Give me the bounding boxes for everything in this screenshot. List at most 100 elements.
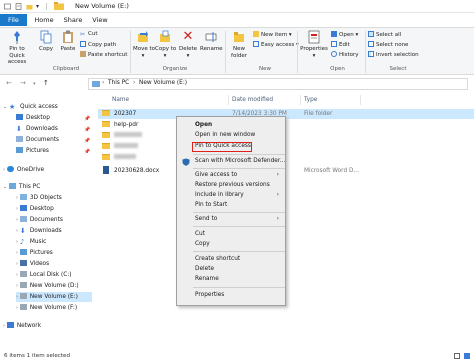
menu-create-shortcut[interactable]: Create shortcut [195, 255, 240, 264]
menu-send-to[interactable]: Send to [195, 215, 217, 224]
nav-documents[interactable]: Documents [16, 135, 59, 145]
paste-button[interactable]: Paste [58, 30, 78, 53]
breadcrumb-this-pc[interactable]: This PC [108, 80, 129, 86]
new-folder-qa-icon[interactable] [26, 3, 33, 10]
column-divider[interactable] [300, 95, 301, 105]
column-header-name[interactable]: Name [112, 97, 129, 103]
file-row[interactable]: help-pdr [98, 120, 474, 130]
menu-copy[interactable]: Copy [195, 240, 210, 249]
shield-icon [182, 158, 190, 166]
menu-separator [193, 226, 285, 227]
nav-pictures[interactable]: Pictures [16, 146, 49, 156]
nav-downloads-pc[interactable]: › ⬇ Downloads [16, 226, 62, 236]
menu-delete[interactable]: Delete [195, 265, 214, 274]
properties-button[interactable]: Properties ▾ [299, 30, 329, 59]
nav-videos[interactable]: › Videos [16, 259, 49, 269]
documents-icon [19, 216, 27, 222]
menu-open[interactable]: Open [195, 121, 212, 130]
column-header-date[interactable]: Date modified [232, 97, 273, 103]
open-button[interactable]: Open ▾ [331, 31, 358, 39]
nav-pictures-pc[interactable]: › Pictures [16, 248, 53, 258]
chevron-right-icon: › [16, 195, 18, 201]
file-row[interactable] [98, 153, 474, 163]
tab-home[interactable]: Home [33, 14, 55, 26]
history-label: History [339, 52, 359, 58]
nav-local-disk-c[interactable]: › Local Disk (C:) [16, 270, 72, 280]
file-row[interactable] [98, 142, 474, 152]
copy-path-button[interactable]: Copy path [80, 41, 116, 49]
new-folder-button[interactable]: New folder [228, 30, 250, 59]
rename-icon [205, 30, 217, 44]
tab-file[interactable]: File [0, 14, 27, 26]
tab-view[interactable]: View [90, 14, 110, 26]
copy-button[interactable]: Copy [36, 30, 56, 53]
nav-music[interactable]: › ♪ Music [16, 237, 46, 247]
file-name: help-pdr [114, 122, 139, 128]
invert-selection-label: Invert selection [376, 52, 419, 58]
details-view-icon[interactable] [454, 353, 460, 359]
back-arrow-icon[interactable]: ← [6, 79, 12, 87]
column-header-type[interactable]: Type [304, 97, 317, 103]
new-item-button[interactable]: New item ▾ [253, 31, 292, 39]
folder-icon [102, 132, 110, 138]
recent-chevron-icon[interactable]: ▾ [33, 81, 36, 87]
invert-selection-button[interactable]: Invert selection [368, 51, 419, 59]
nav-3d-objects[interactable]: › 3D Objects [16, 193, 62, 203]
up-arrow-icon[interactable]: ↑ [43, 79, 49, 87]
chevron-right-icon: › [16, 228, 18, 234]
chevron-right-icon: › [276, 171, 279, 178]
videos-icon [19, 260, 27, 266]
paste-shortcut-button[interactable]: Paste shortcut [80, 51, 127, 59]
menu-scan-defender[interactable]: Scan with Microsoft Defender... [195, 157, 285, 166]
tab-share[interactable]: Share [62, 14, 84, 26]
nav-network[interactable]: › Network [3, 321, 41, 331]
cube-icon [19, 194, 27, 200]
menu-cut[interactable]: Cut [195, 230, 205, 239]
menu-open-new-window[interactable]: Open in new window [195, 131, 255, 140]
delete-button[interactable]: ✕ Delete ▾ [178, 30, 198, 59]
nav-volume-d[interactable]: › New Volume (D:) [16, 281, 79, 291]
menu-include-library[interactable]: Include in library [195, 191, 244, 200]
nav-documents-pc[interactable]: › Documents [16, 215, 63, 225]
menu-separator [193, 212, 285, 213]
copy-to-button[interactable]: Copy to ▾ [155, 30, 176, 59]
nav-this-pc[interactable]: ⌄ This PC [3, 182, 40, 192]
menu-restore-versions[interactable]: Restore previous versions [195, 181, 270, 190]
nav-label: Local Disk (C:) [29, 272, 72, 278]
history-button[interactable]: History [331, 51, 359, 59]
move-to-button[interactable]: Move to ▾ [133, 30, 155, 59]
menu-give-access[interactable]: Give access to [195, 171, 285, 180]
column-divider[interactable] [360, 95, 361, 105]
pin-icon: 📌 [84, 127, 91, 133]
rename-button[interactable]: Rename [200, 30, 223, 53]
menu-separator [193, 168, 285, 169]
nav-quick-access[interactable]: ⌄ ★ Quick access [3, 102, 58, 112]
nav-desktop-pc[interactable]: › Desktop [16, 204, 54, 214]
nav-volume-f[interactable]: › New Volume (F:) [16, 303, 77, 313]
nav-volume-e[interactable]: › New Volume (E:) [16, 292, 92, 302]
file-row[interactable]: 20230628.docx Microsoft Word D... [98, 166, 474, 176]
select-none-button[interactable]: Select none [368, 41, 408, 49]
pin-to-quick-access-button[interactable]: Pin to Quick access [2, 30, 32, 66]
file-row[interactable] [98, 131, 474, 141]
copy-path-label: Copy path [88, 42, 117, 48]
qa-dropdown-icon[interactable]: ▾ [36, 3, 43, 10]
cut-button[interactable]: ✂ Cut [80, 31, 97, 38]
forward-arrow-icon[interactable]: → [20, 79, 26, 87]
edit-button[interactable]: Edit [331, 41, 350, 49]
nav-onedrive[interactable]: › OneDrive [3, 165, 44, 175]
select-all-button[interactable]: Select all [368, 31, 401, 39]
large-icons-view-icon[interactable] [464, 353, 470, 359]
nav-downloads[interactable]: ⬇ Downloads [16, 124, 58, 134]
menu-pin-start[interactable]: Pin to Start [195, 201, 227, 210]
properties-qa-icon[interactable] [15, 3, 22, 10]
quick-access-toolbar-icon[interactable] [4, 3, 11, 10]
file-row[interactable]: 202307 7/14/2023 3:30 PM File folder [98, 109, 474, 119]
menu-rename[interactable]: Rename [195, 275, 219, 284]
address-box[interactable]: › This PC › New Volume (E:) [88, 78, 468, 90]
column-divider[interactable] [228, 95, 229, 105]
breadcrumb-volume[interactable]: New Volume (E:) [139, 80, 187, 86]
easy-access-button[interactable]: Easy access ▾ [253, 41, 299, 49]
menu-properties[interactable]: Properties [195, 291, 224, 300]
nav-desktop[interactable]: Desktop [16, 113, 50, 123]
